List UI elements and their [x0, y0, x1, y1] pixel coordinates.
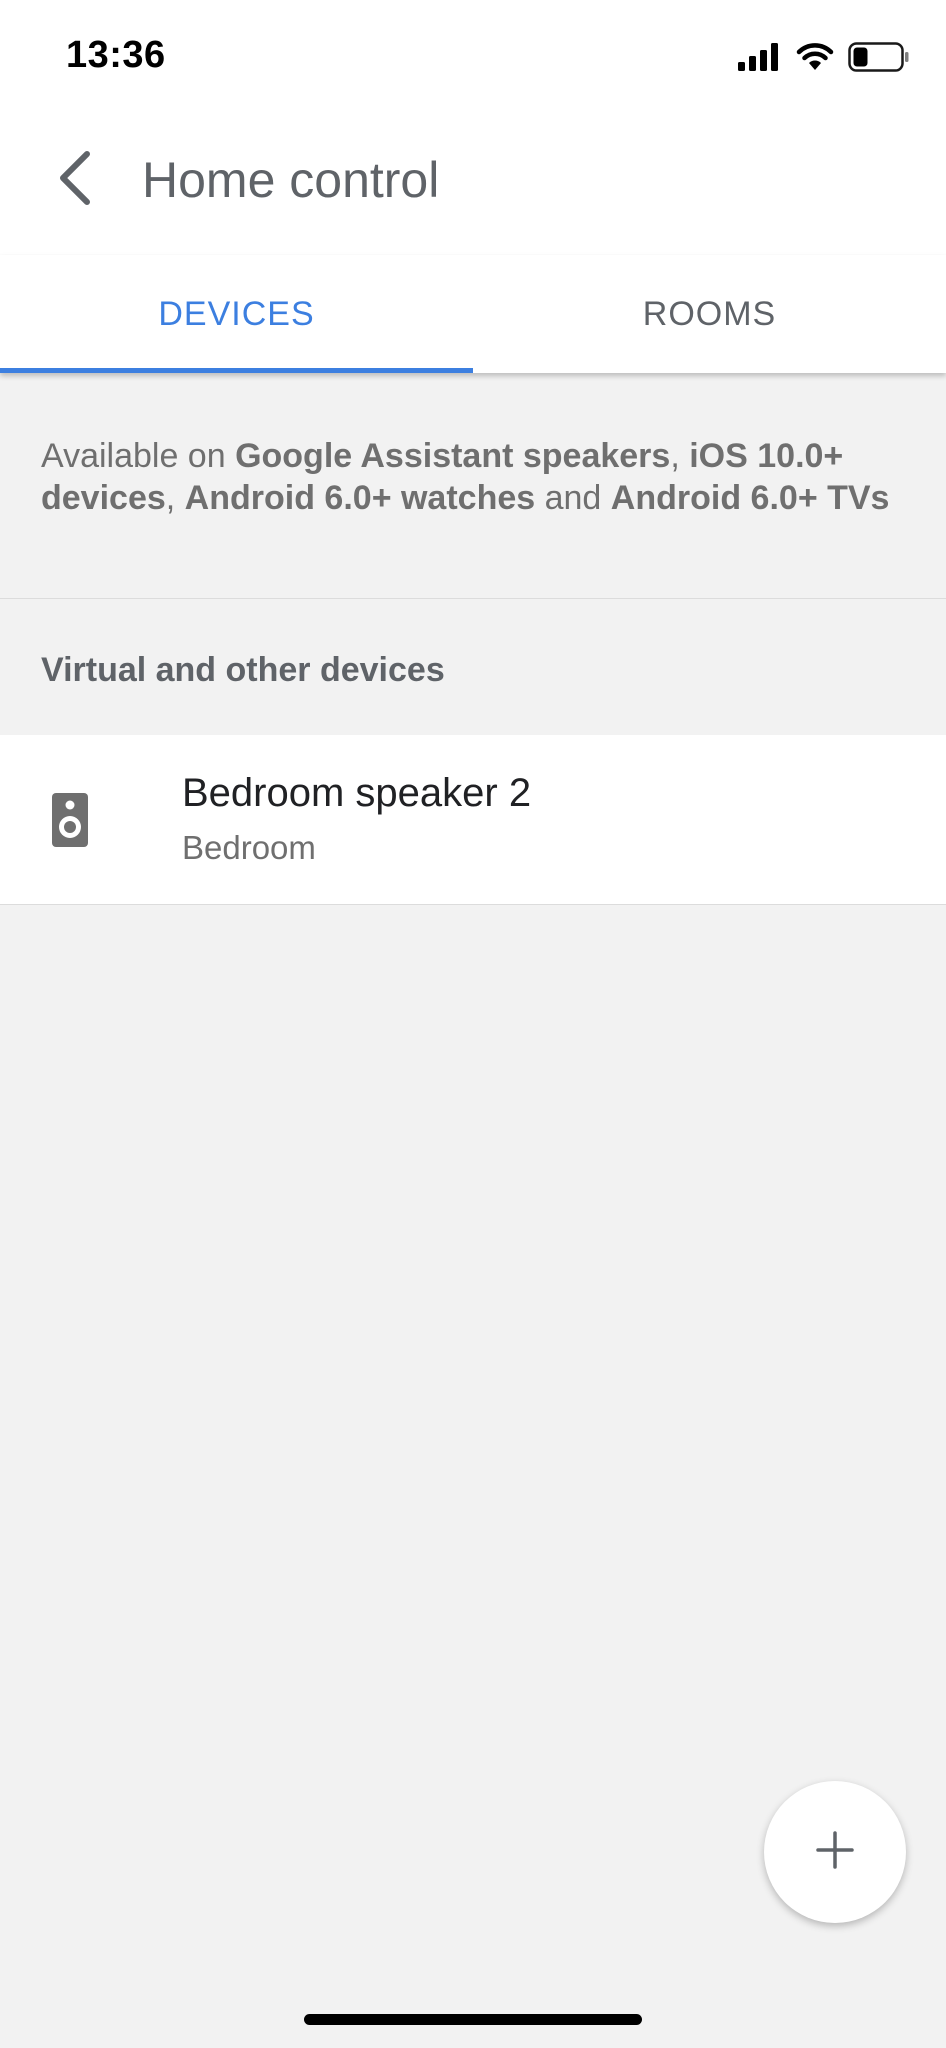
app-bar: Home control	[0, 115, 946, 255]
device-name: Bedroom speaker 2	[182, 771, 532, 815]
info-prefix: Available on	[41, 437, 236, 475]
wifi-icon	[796, 42, 834, 77]
info-platform-watches: Android 6.0+ watches	[184, 479, 536, 517]
status-time: 13:36	[66, 34, 166, 76]
battery-icon	[848, 41, 910, 77]
speaker-icon	[52, 793, 88, 852]
status-bar: 13:36	[0, 0, 946, 115]
tab-active-indicator	[0, 368, 473, 373]
availability-text: Available on Google Assistant speakers, …	[41, 435, 901, 519]
availability-info: Available on Google Assistant speakers, …	[0, 373, 946, 599]
info-platform-speakers: Google Assistant speakers	[235, 437, 671, 475]
signal-icon	[738, 42, 782, 76]
info-separator: ,	[670, 437, 690, 475]
tab-devices[interactable]: DEVICES	[0, 255, 473, 373]
info-separator: ,	[165, 479, 185, 517]
device-list-item[interactable]: Bedroom speaker 2 Bedroom	[0, 735, 946, 905]
tab-bar: DEVICES ROOMS	[0, 255, 946, 373]
device-room: Bedroom	[182, 829, 316, 866]
info-separator: and	[535, 479, 611, 517]
back-button[interactable]	[40, 145, 110, 215]
tab-rooms[interactable]: ROOMS	[473, 255, 946, 373]
add-device-button[interactable]	[764, 1781, 906, 1923]
home-indicator[interactable]	[304, 2014, 642, 2025]
back-arrow-icon	[55, 150, 95, 211]
status-icons	[738, 40, 910, 78]
tab-devices-label: DEVICES	[158, 294, 315, 333]
info-platform-tvs: Android 6.0+ TVs	[610, 479, 890, 517]
section-header: Virtual and other devices	[41, 651, 445, 689]
page-title: Home control	[142, 152, 440, 208]
plus-icon	[816, 1830, 854, 1874]
tab-rooms-label: ROOMS	[642, 294, 777, 333]
